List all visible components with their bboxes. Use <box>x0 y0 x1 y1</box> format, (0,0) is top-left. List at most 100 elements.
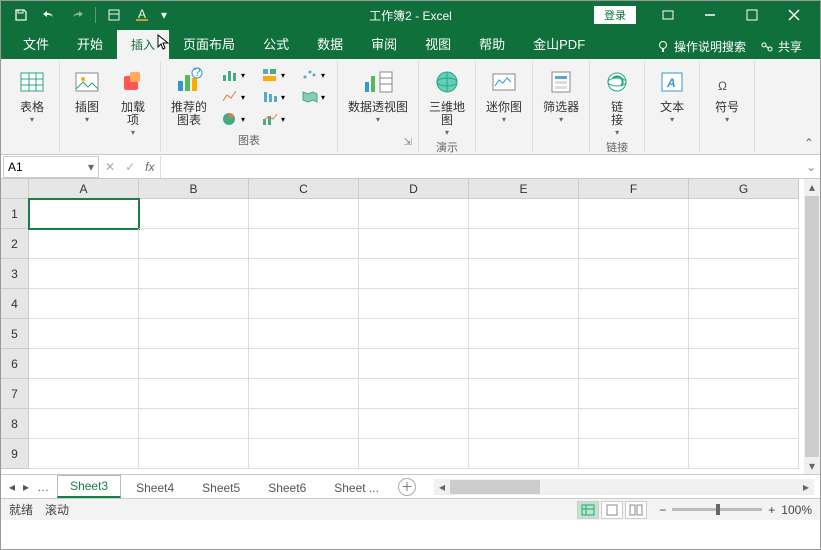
cell[interactable] <box>249 319 359 349</box>
page-break-view-icon[interactable] <box>625 501 647 519</box>
scroll-left-icon[interactable]: ◂ <box>434 480 450 494</box>
cell[interactable] <box>29 409 139 439</box>
tables-button[interactable]: 表格▾ <box>11 63 53 126</box>
tell-me-search[interactable]: 操作说明搜索 <box>656 38 746 55</box>
cell[interactable] <box>29 379 139 409</box>
column-header[interactable]: C <box>249 179 359 199</box>
row-header[interactable]: 7 <box>1 379 29 409</box>
cell[interactable] <box>689 319 799 349</box>
sheet-tab[interactable]: Sheet5 <box>189 477 253 498</box>
pie-chart-icon[interactable]: ▾ <box>215 109 251 129</box>
column-header[interactable]: D <box>359 179 469 199</box>
qat-item-icon[interactable] <box>102 3 126 27</box>
zoom-in-icon[interactable]: + <box>768 503 775 517</box>
row-header[interactable]: 9 <box>1 439 29 469</box>
row-header[interactable]: 4 <box>1 289 29 319</box>
tab-layout[interactable]: 页面布局 <box>169 28 249 59</box>
cell[interactable] <box>469 319 579 349</box>
page-layout-view-icon[interactable] <box>601 501 623 519</box>
cell[interactable] <box>359 349 469 379</box>
row-header[interactable]: 3 <box>1 259 29 289</box>
line-chart-icon[interactable]: ▾ <box>215 87 251 107</box>
cell[interactable] <box>469 379 579 409</box>
cell[interactable] <box>469 349 579 379</box>
cell[interactable] <box>469 229 579 259</box>
ribbon-options-icon[interactable] <box>648 2 688 28</box>
bar-chart-icon[interactable]: ▾ <box>215 65 251 85</box>
recommended-charts-button[interactable]: ?推荐的 图表 <box>167 63 211 129</box>
cell[interactable] <box>139 439 249 469</box>
row-header[interactable]: 1 <box>1 199 29 229</box>
scroll-thumb[interactable] <box>805 196 819 457</box>
cell[interactable] <box>139 199 249 229</box>
cell[interactable] <box>359 319 469 349</box>
chevron-down-icon[interactable]: ▾ <box>88 160 94 174</box>
formula-input[interactable] <box>160 156 802 178</box>
close-icon[interactable] <box>774 2 814 28</box>
row-header[interactable]: 5 <box>1 319 29 349</box>
cell[interactable] <box>469 439 579 469</box>
minimize-icon[interactable] <box>690 2 730 28</box>
cell[interactable] <box>579 259 689 289</box>
cell[interactable] <box>29 319 139 349</box>
cell[interactable] <box>359 289 469 319</box>
hscroll-thumb[interactable] <box>450 480 540 494</box>
sheet-more-icon[interactable]: … <box>35 480 51 494</box>
cell[interactable] <box>579 349 689 379</box>
cell[interactable] <box>29 349 139 379</box>
select-all-corner[interactable] <box>1 179 29 199</box>
combo-chart-icon[interactable]: ▾ <box>255 109 291 129</box>
cell[interactable] <box>689 199 799 229</box>
cell[interactable] <box>29 259 139 289</box>
cell[interactable] <box>249 199 359 229</box>
cell[interactable] <box>579 379 689 409</box>
sheet-tab[interactable]: Sheet3 <box>57 475 121 498</box>
cell[interactable] <box>359 439 469 469</box>
cell[interactable] <box>579 319 689 349</box>
scroll-down-icon[interactable]: ▾ <box>804 458 820 474</box>
tab-review[interactable]: 审阅 <box>357 28 411 59</box>
column-header[interactable]: B <box>139 179 249 199</box>
cell[interactable] <box>139 289 249 319</box>
row-header[interactable]: 2 <box>1 229 29 259</box>
cell[interactable] <box>689 439 799 469</box>
scroll-right-icon[interactable]: ▸ <box>798 480 814 494</box>
cell[interactable] <box>359 199 469 229</box>
cell[interactable] <box>689 409 799 439</box>
cell[interactable] <box>689 289 799 319</box>
cell[interactable] <box>689 379 799 409</box>
cell[interactable] <box>579 439 689 469</box>
cell[interactable] <box>139 379 249 409</box>
fx-icon[interactable]: fx <box>145 160 154 174</box>
vertical-scrollbar[interactable]: ▴ ▾ <box>804 179 820 474</box>
pivotchart-button[interactable]: 数据透视图▾ <box>344 63 412 126</box>
cell[interactable] <box>359 229 469 259</box>
tab-data[interactable]: 数据 <box>303 28 357 59</box>
symbol-button[interactable]: Ω符号▾ <box>706 63 748 126</box>
cell[interactable] <box>359 259 469 289</box>
3dmap-button[interactable]: 三维地 图▾ <box>425 63 469 139</box>
cell[interactable] <box>689 349 799 379</box>
tab-help[interactable]: 帮助 <box>465 28 519 59</box>
column-header[interactable]: F <box>579 179 689 199</box>
cell[interactable] <box>249 409 359 439</box>
sparklines-button[interactable]: 迷你图▾ <box>482 63 526 126</box>
map-chart-icon[interactable]: ▾ <box>295 87 331 107</box>
cell[interactable] <box>139 259 249 289</box>
cell[interactable] <box>139 319 249 349</box>
cell[interactable] <box>139 409 249 439</box>
cell[interactable] <box>579 409 689 439</box>
zoom-slider[interactable] <box>672 508 762 511</box>
cell[interactable] <box>139 229 249 259</box>
maximize-icon[interactable] <box>732 2 772 28</box>
normal-view-icon[interactable] <box>577 501 599 519</box>
name-box-input[interactable] <box>8 160 78 174</box>
row-header[interactable]: 8 <box>1 409 29 439</box>
pivot-group-launcher[interactable]: ⇲ <box>404 137 412 150</box>
cell[interactable] <box>689 229 799 259</box>
collapse-ribbon-icon[interactable]: ⌃ <box>804 136 814 150</box>
cell[interactable] <box>249 349 359 379</box>
horizontal-scrollbar[interactable]: ◂ ▸ <box>434 479 814 495</box>
cell[interactable] <box>249 439 359 469</box>
stat-chart-icon[interactable]: ▾ <box>255 87 291 107</box>
